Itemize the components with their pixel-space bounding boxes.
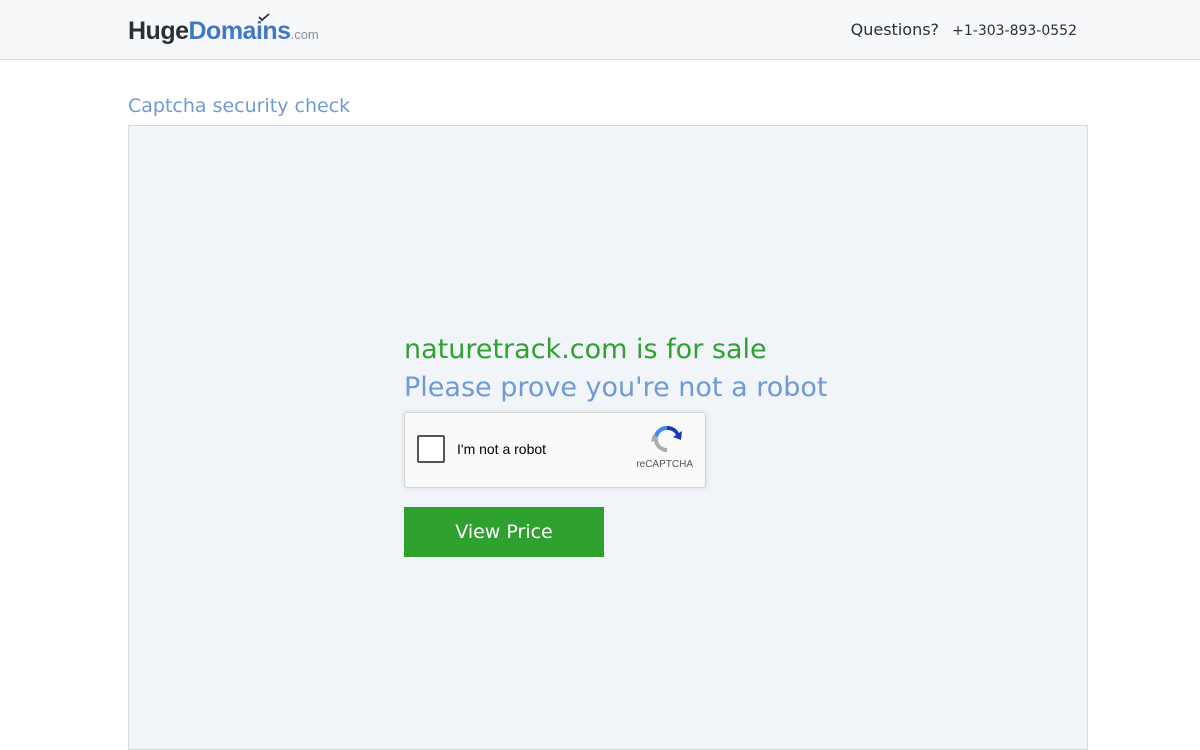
checkmark-icon bbox=[258, 13, 270, 21]
recaptcha-label: I'm not a robot bbox=[457, 441, 547, 457]
logo-huge-text: Huge bbox=[128, 17, 189, 45]
contact-info: Questions? +1-303-893-0552 bbox=[851, 20, 1077, 39]
recaptcha-brand: reCAPTCHA bbox=[636, 459, 693, 470]
site-header: HugeDomains.com Questions? +1-303-893-05… bbox=[0, 0, 1200, 60]
questions-label: Questions? bbox=[850, 20, 940, 39]
recaptcha-widget: I'm not a robot reCAPTCHA bbox=[404, 412, 706, 488]
page-title: Captcha security check bbox=[128, 95, 351, 117]
hugedomains-logo[interactable]: HugeDomains.com bbox=[128, 13, 319, 47]
robot-prompt: Please prove you're not a robot bbox=[404, 372, 828, 403]
phone-link[interactable]: +1-303-893-0552 bbox=[952, 23, 1077, 39]
captcha-panel: naturetrack.com is for sale Please prove… bbox=[128, 125, 1088, 750]
logo-tld-text: .com bbox=[290, 27, 319, 42]
domain-for-sale-heading: naturetrack.com is for sale bbox=[404, 334, 767, 365]
recaptcha-checkbox[interactable] bbox=[417, 435, 445, 463]
logo-domains-text: Domains bbox=[188, 17, 292, 45]
recaptcha-logo-icon bbox=[651, 425, 682, 453]
view-price-button[interactable]: View Price bbox=[404, 507, 604, 557]
captcha-content: naturetrack.com is for sale Please prove… bbox=[404, 331, 828, 557]
